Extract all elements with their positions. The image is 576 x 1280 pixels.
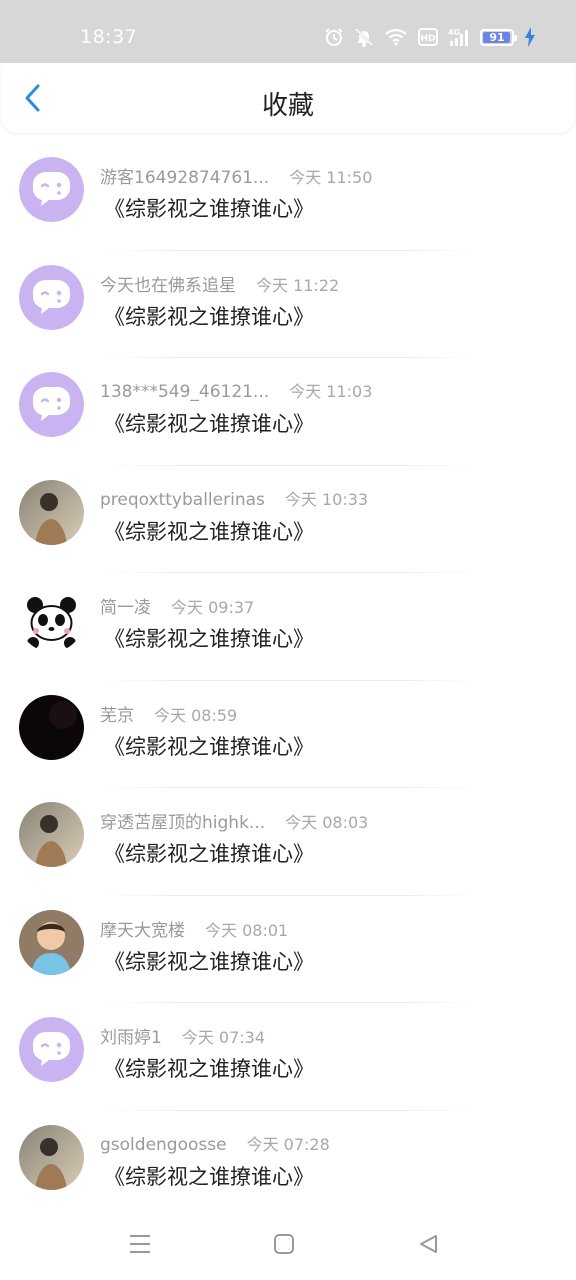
status-time: 18:37 [80, 26, 138, 48]
list-item[interactable]: 穿透苫屋顶的highk... 今天 08:03 《综影视之谁撩谁心》 [0, 788, 576, 896]
timestamp: 今天 09:37 [171, 598, 255, 617]
avatar[interactable] [19, 157, 84, 222]
page-title: 收藏 [261, 91, 314, 121]
status-icons: HD 4G 91 [324, 24, 536, 50]
username: 简一凌 [100, 598, 151, 618]
menu-icon [128, 1233, 152, 1259]
list-item[interactable]: 刘雨婷1 今天 07:34 《综影视之谁撩谁心》 [0, 1003, 576, 1111]
alarm-icon [324, 27, 344, 47]
system-nav-bar [0, 1210, 576, 1280]
username: gsoldengoosse [100, 1134, 227, 1155]
4g-signal-icon: 4G [448, 27, 470, 47]
home-button[interactable] [270, 1232, 298, 1260]
timestamp: 今天 07:28 [246, 1134, 330, 1154]
list-item[interactable]: 芜京 今天 08:59 《综影视之谁撩谁心》 [0, 681, 576, 788]
header: 收藏 [2, 63, 574, 133]
back-nav-button[interactable] [414, 1232, 442, 1260]
meta-line: 138***549_46121... 今天 11:03 [100, 378, 372, 402]
timestamp: 今天 11:03 [289, 382, 373, 401]
timestamp: 今天 11:22 [256, 275, 340, 295]
favorite-content: 《综影视之谁撩谁心》 [104, 1057, 314, 1081]
favorite-content: 《综影视之谁撩谁心》 [104, 949, 314, 974]
username: 摩天大宽楼 [100, 920, 185, 941]
meta-line: gsoldengoosse 今天 07:28 [100, 1131, 330, 1155]
menu-button[interactable] [126, 1232, 154, 1260]
battery-icon: 91 [480, 28, 517, 46]
favorite-content: 《综影视之谁撩谁心》 [104, 519, 314, 544]
list-item[interactable]: gsoldengoosse 今天 07:28 《综影视之谁撩谁心》 [0, 1111, 576, 1218]
avatar[interactable] [19, 694, 84, 760]
timestamp: 今天 08:59 [154, 705, 238, 725]
wifi-icon [384, 27, 408, 47]
list-item[interactable]: 今天也在佛系追星 今天 11:22 《综影视之谁撩谁心》 [0, 251, 576, 358]
username: 刘雨婷1 [100, 1028, 162, 1048]
list-item[interactable]: preqoxttyballerinas 今天 10:33 《综影视之谁撩谁心》 [0, 466, 576, 573]
hd-icon: HD [418, 28, 438, 46]
avatar[interactable] [19, 587, 84, 652]
timestamp: 今天 11:50 [289, 168, 373, 187]
home-square-icon [273, 1233, 295, 1259]
timestamp: 今天 10:33 [284, 489, 369, 509]
meta-line: 今天也在佛系追星 今天 11:22 [100, 271, 339, 296]
favorite-content: 《综影视之谁撩谁心》 [104, 1164, 314, 1189]
meta-line: 芜京 今天 08:59 [100, 701, 237, 726]
timestamp: 今天 08:01 [205, 920, 289, 940]
list-item[interactable]: 摩天大宽楼 今天 08:01 《综影视之谁撩谁心》 [0, 896, 576, 1003]
favorites-list: 游客16492874761... 今天 11:50 《综影视之谁撩谁心》 今天也在佛系… [0, 143, 576, 1218]
meta-line: 游客16492874761... 今天 11:50 [100, 163, 372, 188]
favorite-content: 《综影视之谁撩谁心》 [104, 842, 314, 866]
username: preqoxttyballerinas [100, 489, 265, 510]
list-item[interactable]: 简一凌 今天 09:37 《综影视之谁撩谁心》 [0, 573, 576, 681]
back-triangle-icon [417, 1233, 439, 1259]
avatar[interactable] [19, 1124, 84, 1190]
mute-icon [354, 27, 374, 47]
username: 穿透苫屋顶的highk... [100, 813, 266, 833]
username: 芜京 [100, 705, 134, 726]
avatar[interactable] [19, 802, 84, 867]
favorite-content: 《综影视之谁撩谁心》 [104, 412, 314, 436]
meta-line: 简一凌 今天 09:37 [100, 593, 254, 618]
favorite-content: 《综影视之谁撩谁心》 [104, 304, 314, 329]
list-item[interactable]: 138***549_46121... 今天 11:03 《综影视之谁撩谁心》 [0, 358, 576, 466]
avatar[interactable] [19, 1017, 84, 1082]
meta-line: preqoxttyballerinas 今天 10:33 [100, 486, 368, 510]
status-bar: 18:37 HD 4G 91 [0, 0, 576, 63]
favorite-content: 《综影视之谁撩谁心》 [104, 197, 314, 221]
timestamp: 今天 08:03 [285, 813, 369, 832]
svg-text:HD: HD [420, 34, 435, 44]
avatar[interactable] [19, 479, 84, 545]
list-item[interactable]: 游客16492874761... 今天 11:50 《综影视之谁撩谁心》 [0, 143, 576, 251]
username: 138***549_46121... [100, 382, 270, 402]
charging-icon [524, 27, 536, 47]
favorite-content: 《综影视之谁撩谁心》 [104, 627, 314, 651]
meta-line: 刘雨婷1 今天 07:34 [100, 1023, 265, 1048]
meta-line: 穿透苫屋顶的highk... 今天 08:03 [100, 808, 368, 833]
username: 游客16492874761... [100, 168, 270, 188]
avatar[interactable] [19, 909, 84, 975]
svg-text:4G: 4G [448, 28, 460, 37]
avatar[interactable] [19, 264, 84, 330]
avatar[interactable] [19, 372, 84, 437]
timestamp: 今天 07:34 [181, 1028, 266, 1047]
favorite-content: 《综影视之谁撩谁心》 [104, 734, 314, 759]
meta-line: 摩天大宽楼 今天 08:01 [100, 916, 288, 941]
battery-level: 91 [489, 30, 505, 44]
username: 今天也在佛系追星 [100, 275, 236, 296]
